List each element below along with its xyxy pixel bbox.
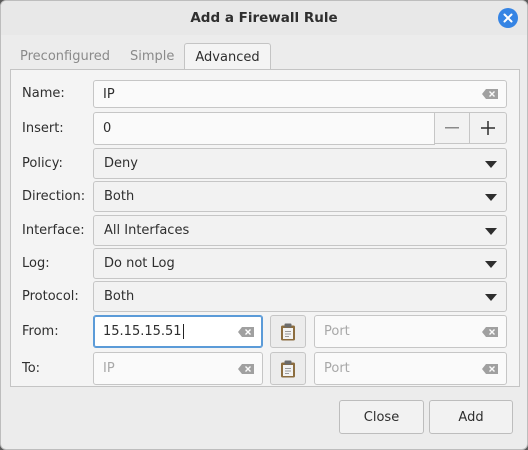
name-label: Name: — [22, 86, 65, 101]
paste-icon — [281, 323, 295, 340]
from-port-field[interactable]: Port — [314, 315, 507, 348]
name-value: IP — [103, 86, 115, 102]
from-label: From: — [22, 324, 59, 339]
log-combo[interactable]: Do not Log — [93, 248, 507, 279]
dialog-title: Add a Firewall Rule — [190, 10, 338, 26]
close-button[interactable]: Close — [339, 400, 424, 434]
tab-preconfigured[interactable]: Preconfigured — [10, 43, 120, 69]
to-ip-field[interactable]: IP — [93, 352, 263, 385]
chevron-down-icon — [485, 160, 497, 168]
add-button[interactable]: Add — [429, 400, 513, 434]
plus-icon — [481, 121, 495, 135]
insert-spinbutton[interactable]: 0 — [93, 112, 435, 145]
protocol-value: Both — [104, 289, 135, 304]
policy-combo[interactable]: Deny — [93, 148, 507, 179]
firewall-rule-dialog: Add a Firewall Rule Preconfigured Simple… — [0, 0, 528, 450]
policy-label: Policy: — [22, 156, 63, 171]
log-value: Do not Log — [104, 256, 175, 271]
clear-icon[interactable] — [238, 326, 254, 337]
to-label: To: — [22, 361, 41, 376]
advanced-panel: Name: IP Insert: 0 Policy: Deny Directio… — [10, 69, 520, 387]
insert-decrement-button[interactable] — [434, 112, 470, 144]
policy-value: Deny — [104, 156, 138, 171]
chevron-down-icon — [485, 293, 497, 301]
direction-combo[interactable]: Both — [93, 181, 507, 212]
name-field[interactable]: IP — [93, 80, 507, 108]
direction-label: Direction: — [22, 189, 86, 204]
chevron-down-icon — [485, 193, 497, 201]
clear-icon[interactable] — [238, 363, 254, 374]
insert-label: Insert: — [22, 121, 64, 136]
from-ip-value: 15.15.15.51 — [103, 324, 182, 339]
paste-icon — [281, 360, 295, 377]
clear-icon[interactable] — [482, 326, 498, 337]
to-port-field[interactable]: Port — [314, 352, 507, 385]
interface-value: All Interfaces — [104, 223, 190, 238]
interface-label: Interface: — [22, 223, 85, 238]
chevron-down-icon — [485, 227, 497, 235]
chevron-down-icon — [485, 260, 497, 268]
minus-icon — [445, 127, 459, 129]
titlebar: Add a Firewall Rule — [1, 1, 527, 35]
insert-increment-button[interactable] — [469, 112, 507, 144]
log-label: Log: — [22, 256, 50, 271]
close-icon — [503, 13, 513, 23]
text-caret — [182, 324, 184, 339]
direction-value: Both — [104, 189, 135, 204]
to-port-placeholder: Port — [324, 361, 350, 376]
tab-bar: Preconfigured Simple Advanced — [10, 43, 271, 70]
clear-icon[interactable] — [482, 89, 498, 99]
window-close-button[interactable] — [498, 8, 518, 28]
protocol-label: Protocol: — [22, 289, 79, 304]
from-port-placeholder: Port — [324, 324, 350, 339]
interface-combo[interactable]: All Interfaces — [93, 215, 507, 246]
to-ip-placeholder: IP — [103, 361, 115, 376]
protocol-combo[interactable]: Both — [93, 281, 507, 312]
to-paste-button[interactable] — [270, 352, 306, 385]
insert-value: 0 — [103, 121, 112, 136]
from-paste-button[interactable] — [270, 315, 306, 348]
from-ip-field[interactable]: 15.15.15.51 — [93, 315, 263, 348]
tab-advanced[interactable]: Advanced — [184, 43, 271, 70]
clear-icon[interactable] — [482, 363, 498, 374]
tab-simple[interactable]: Simple — [120, 43, 184, 69]
